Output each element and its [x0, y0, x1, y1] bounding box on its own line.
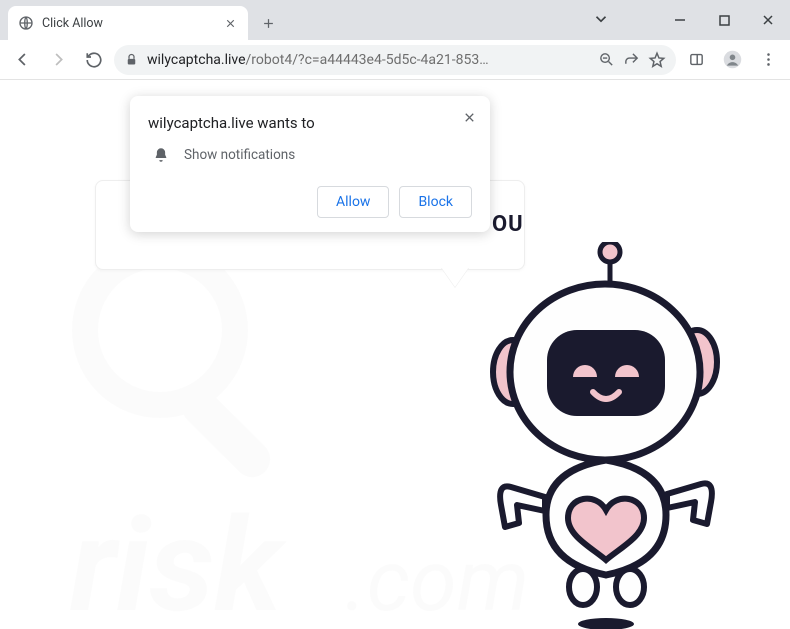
menu-icon[interactable] — [752, 44, 784, 76]
window-controls — [658, 0, 790, 40]
address-bar[interactable]: wilycaptcha.live/robot4/?c=a44443e4-5d5c… — [114, 45, 676, 75]
prompt-title: wilycaptcha.live wants to — [148, 114, 472, 132]
back-button[interactable] — [6, 44, 38, 76]
url-text: wilycaptcha.live/robot4/?c=a44443e4-5d5c… — [147, 52, 590, 68]
permission-label: Show notifications — [184, 147, 295, 163]
notification-permission-prompt: wilycaptcha.live wants to Show notificat… — [130, 96, 490, 232]
minimize-button[interactable] — [658, 8, 702, 32]
robot-illustration — [475, 242, 725, 629]
bell-icon — [152, 146, 170, 164]
titlebar: Click Allow — [0, 0, 790, 40]
bubble-text-fragment: OU — [492, 212, 765, 237]
close-window-button[interactable] — [746, 8, 790, 32]
close-icon[interactable] — [460, 108, 478, 126]
tab-title: Click Allow — [42, 16, 222, 31]
forward-button — [42, 44, 74, 76]
lock-icon — [124, 52, 139, 67]
side-panel-icon[interactable] — [680, 44, 712, 76]
tabs-dropdown-icon[interactable] — [592, 10, 610, 28]
page-content: risk .com OU wilycaptcha.live wants to S… — [0, 80, 790, 629]
profile-icon[interactable] — [716, 44, 748, 76]
close-tab-icon[interactable] — [222, 15, 238, 31]
new-tab-button[interactable] — [254, 9, 282, 37]
browser-tab[interactable]: Click Allow — [8, 6, 248, 40]
reload-button[interactable] — [78, 44, 110, 76]
svg-text:risk: risk — [70, 489, 287, 629]
share-icon[interactable] — [623, 51, 640, 68]
maximize-button[interactable] — [702, 8, 746, 32]
zoom-icon[interactable] — [598, 51, 615, 68]
bookmark-icon[interactable] — [648, 51, 666, 69]
globe-icon — [18, 15, 34, 31]
allow-button[interactable]: Allow — [317, 186, 389, 218]
block-button[interactable]: Block — [399, 186, 472, 218]
toolbar: wilycaptcha.live/robot4/?c=a44443e4-5d5c… — [0, 40, 790, 80]
